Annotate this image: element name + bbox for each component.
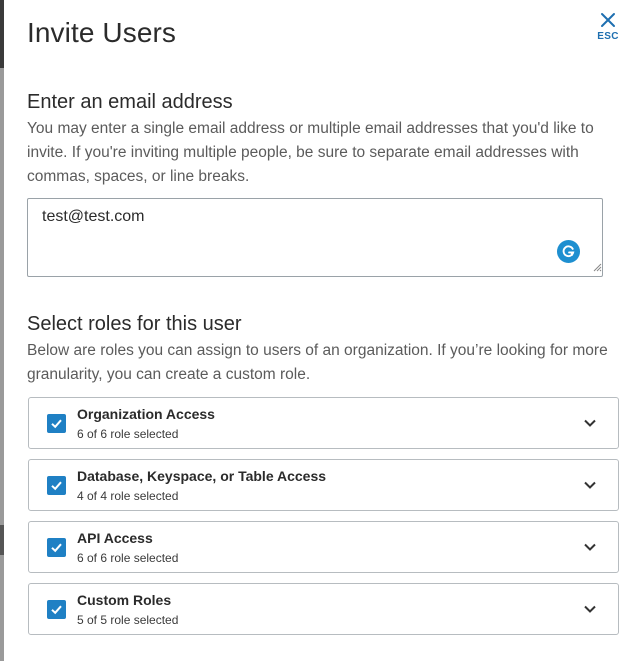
grammarly-icon[interactable]: [557, 240, 580, 263]
chevron-down-icon[interactable]: [583, 540, 597, 554]
roles-section-heading: Select roles for this user: [27, 313, 242, 335]
role-name: API Access: [77, 530, 153, 546]
role-api-access[interactable]: API Access 6 of 6 role selected: [28, 521, 619, 573]
role-summary: 6 of 6 role selected: [77, 551, 179, 565]
check-icon: [51, 419, 62, 429]
invite-users-dialog: Invite Users ESC Enter an email address …: [4, 0, 640, 661]
check-icon: [51, 481, 62, 491]
email-input[interactable]: test@test.com: [27, 198, 603, 277]
chevron-down-icon[interactable]: [583, 478, 597, 492]
dialog-title: Invite Users: [27, 17, 177, 48]
role-checkbox[interactable]: [47, 600, 66, 619]
chevron-down-icon[interactable]: [583, 602, 597, 616]
close-button[interactable]: ESC: [592, 10, 624, 48]
role-name: Database, Keyspace, or Table Access: [77, 468, 327, 484]
role-organization-access[interactable]: Organization Access 6 of 6 role selected: [28, 397, 619, 449]
role-database-keyspace-table-access[interactable]: Database, Keyspace, or Table Access 4 of…: [28, 459, 619, 511]
roles-section-description: Below are roles you can assign to users …: [27, 342, 608, 383]
check-icon: [51, 543, 62, 553]
role-summary: 5 of 5 role selected: [77, 613, 179, 627]
check-icon: [51, 605, 62, 615]
email-section-heading: Enter an email address: [27, 91, 233, 113]
chevron-down-icon[interactable]: [583, 416, 597, 430]
role-summary: 6 of 6 role selected: [77, 427, 179, 441]
esc-label: ESC: [597, 31, 619, 42]
resize-grip-icon[interactable]: [592, 262, 602, 272]
email-section-description: You may enter a single email address or …: [27, 120, 594, 185]
role-checkbox[interactable]: [47, 538, 66, 557]
role-checkbox[interactable]: [47, 476, 66, 495]
role-name: Custom Roles: [77, 592, 172, 608]
role-custom-roles[interactable]: Custom Roles 5 of 5 role selected: [28, 583, 619, 635]
role-summary: 4 of 4 role selected: [77, 489, 179, 503]
role-checkbox[interactable]: [47, 414, 66, 433]
role-name: Organization Access: [77, 406, 215, 422]
close-icon: [601, 13, 615, 27]
